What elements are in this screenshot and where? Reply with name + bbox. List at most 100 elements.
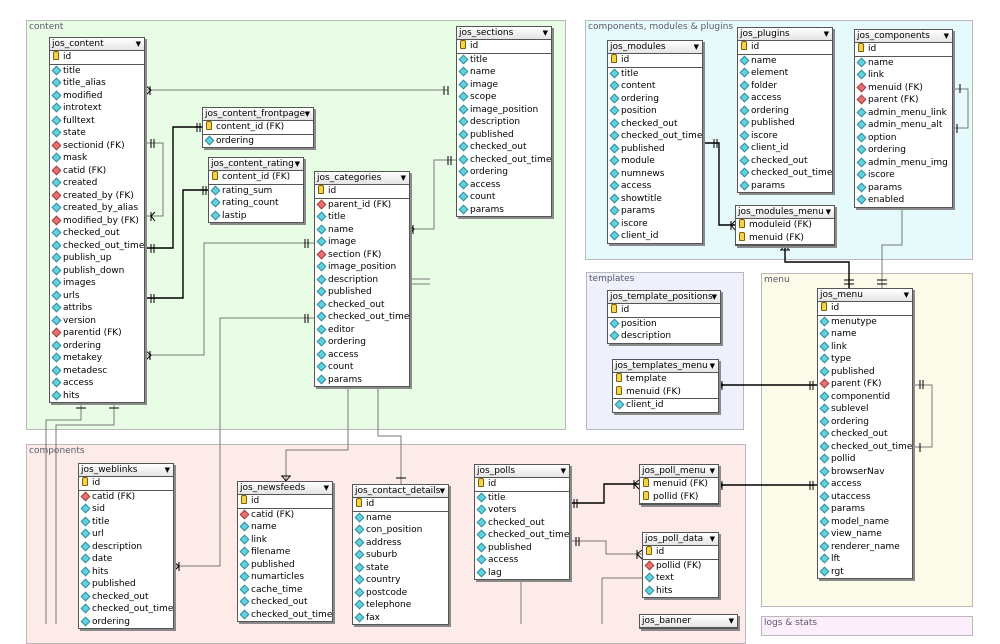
table-column[interactable]: count [315, 361, 409, 374]
table-jos-components[interactable]: jos_components ▼ id name link menuid (FK) pare… [854, 29, 953, 208]
table-jos-poll-menu[interactable]: jos_poll_menu ▼ menuid (FK) pollid (FK) [639, 464, 719, 505]
table-column[interactable]: url [79, 528, 173, 541]
table-column[interactable]: title [315, 211, 409, 224]
table-column[interactable]: urls [50, 290, 144, 303]
table-column[interactable]: view_name [818, 528, 912, 541]
table-column[interactable]: position [608, 318, 720, 331]
table-column[interactable]: checked_out_time [818, 441, 912, 454]
table-column[interactable]: checked_out_time [457, 154, 551, 167]
table-header[interactable]: jos_weblinks ▼ [79, 464, 173, 477]
table-column[interactable]: pollid (FK) [643, 560, 718, 573]
dropdown-arrow-icon[interactable]: ▼ [136, 38, 141, 50]
table-column[interactable]: attribs [50, 302, 144, 315]
table-column[interactable]: image_position [457, 104, 551, 117]
table-column[interactable]: menuid (FK) [736, 232, 834, 245]
table-column[interactable]: checked_out [738, 155, 832, 168]
table-header[interactable]: jos_content_rating ▼ [209, 158, 303, 171]
dropdown-arrow-icon[interactable]: ▼ [561, 465, 566, 477]
table-jos-menu[interactable]: jos_menu ▼ id menutype name link type published… [817, 288, 913, 579]
table-header[interactable]: jos_categories ▼ [315, 172, 409, 185]
table-column[interactable]: ordering [315, 336, 409, 349]
table-column[interactable]: version [50, 315, 144, 328]
table-header[interactable]: jos_content_frontpage ▼ [203, 108, 313, 121]
table-column[interactable]: moduleid (FK) [736, 219, 834, 232]
table-header[interactable]: jos_modules_menu ▼ [736, 206, 834, 219]
table-column[interactable]: pollid [818, 453, 912, 466]
table-jos-sections[interactable]: jos_sections ▼ id title name image scope image_… [456, 26, 552, 217]
table-column[interactable]: publish_up [50, 252, 144, 265]
table-column[interactable]: position [608, 105, 702, 118]
table-column[interactable]: title [50, 65, 144, 78]
table-column[interactable]: type [818, 353, 912, 366]
dropdown-arrow-icon[interactable]: ▼ [824, 28, 829, 40]
table-column[interactable]: ordering [855, 144, 952, 157]
table-column[interactable]: published [79, 578, 173, 591]
table-header[interactable]: jos_content ▼ [50, 38, 144, 51]
table-column[interactable]: mask [50, 152, 144, 165]
table-header[interactable]: jos_banner ▼ [640, 615, 737, 628]
table-header[interactable]: jos_templates_menu ▼ [613, 360, 718, 373]
table-column[interactable]: description [79, 541, 173, 554]
table-column[interactable]: lft [818, 553, 912, 566]
table-column[interactable]: ordering [50, 340, 144, 353]
table-column[interactable]: params [855, 182, 952, 195]
table-column[interactable]: admin_menu_link [855, 107, 952, 120]
dropdown-arrow-icon[interactable]: ▼ [710, 360, 715, 372]
table-jos-content-rating[interactable]: jos_content_rating ▼ content_id (FK) rating… [208, 157, 304, 223]
table-column[interactable]: description [457, 116, 551, 129]
table-column[interactable]: access [315, 349, 409, 362]
table-column[interactable]: id [643, 546, 718, 559]
table-column[interactable]: iscore [855, 169, 952, 182]
table-column[interactable]: image [315, 236, 409, 249]
table-column[interactable]: fulltext [50, 115, 144, 128]
table-jos-categories[interactable]: jos_categories ▼ id parent_id (FK) title name… [314, 171, 410, 387]
table-column[interactable]: module [608, 155, 702, 168]
dropdown-arrow-icon[interactable]: ▼ [904, 289, 909, 301]
table-column[interactable]: published [608, 143, 702, 156]
table-header[interactable]: jos_newsfeeds ▼ [238, 482, 332, 495]
table-header[interactable]: jos_polls ▼ [475, 465, 569, 478]
table-column[interactable]: text [643, 572, 718, 585]
table-column[interactable]: introtext [50, 102, 144, 115]
table-column[interactable]: params [608, 205, 702, 218]
table-column[interactable]: client_id [613, 399, 718, 412]
table-column[interactable]: sublevel [818, 403, 912, 416]
table-column[interactable]: client_id [738, 142, 832, 155]
table-column[interactable]: title [608, 68, 702, 81]
table-column[interactable]: enabled [855, 194, 952, 207]
table-header[interactable]: jos_contact_details ▼ [353, 485, 448, 498]
table-column[interactable]: parentid (FK) [50, 327, 144, 340]
dropdown-arrow-icon[interactable]: ▼ [295, 158, 300, 170]
table-column[interactable]: checked_out [457, 141, 551, 154]
dropdown-arrow-icon[interactable]: ▼ [710, 465, 715, 477]
table-column[interactable]: model_name [818, 516, 912, 529]
table-column[interactable]: showtitle [608, 193, 702, 206]
table-column[interactable]: checked_out [79, 591, 173, 604]
table-column[interactable]: name [238, 521, 332, 534]
table-column[interactable]: count [457, 191, 551, 204]
table-jos-newsfeeds[interactable]: jos_newsfeeds ▼ id catid (FK) name link filena… [237, 481, 333, 622]
table-column[interactable]: name [315, 224, 409, 237]
table-column[interactable]: pollid (FK) [640, 491, 718, 504]
table-column[interactable]: parent_id (FK) [315, 199, 409, 212]
table-column[interactable]: created_by (FK) [50, 190, 144, 203]
dropdown-arrow-icon[interactable]: ▼ [944, 30, 949, 42]
table-jos-templates-menu[interactable]: jos_templates_menu ▼ template menuid (FK) cl… [612, 359, 719, 413]
table-column[interactable]: id [353, 498, 448, 511]
table-column[interactable]: ordering [457, 166, 551, 179]
table-header[interactable]: jos_menu ▼ [818, 289, 912, 302]
table-column[interactable]: published [315, 286, 409, 299]
table-column[interactable]: catid (FK) [79, 491, 173, 504]
dropdown-arrow-icon[interactable]: ▼ [729, 615, 734, 627]
table-column[interactable]: date [79, 553, 173, 566]
table-column[interactable]: id [855, 43, 952, 56]
table-column[interactable]: rating_count [209, 197, 303, 210]
table-column[interactable]: image [457, 79, 551, 92]
table-column[interactable]: iscore [608, 218, 702, 231]
table-column[interactable]: link [855, 69, 952, 82]
dropdown-arrow-icon[interactable]: ▼ [324, 482, 329, 494]
table-column[interactable]: description [608, 330, 720, 343]
table-column[interactable]: lag [475, 567, 569, 580]
table-column[interactable]: checked_out [50, 227, 144, 240]
table-column[interactable]: menuid (FK) [613, 386, 718, 399]
